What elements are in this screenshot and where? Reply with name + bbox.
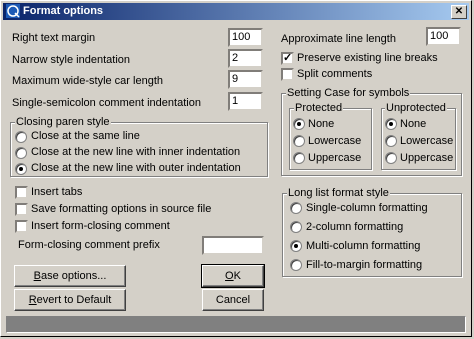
long-list-legend: Long list format style xyxy=(287,187,390,199)
radio-protected-lower[interactable] xyxy=(293,135,305,147)
semicolon-indent-label: Single-semicolon comment indentation xyxy=(12,97,201,109)
right-text-margin-label: Right text margin xyxy=(12,32,96,44)
status-bar xyxy=(6,316,466,333)
radio-protected-upper-label[interactable]: Uppercase xyxy=(308,152,361,164)
approx-line-length-label: Approximate line length xyxy=(281,33,396,45)
radio-two-column[interactable] xyxy=(290,221,302,233)
radio-unprotected-lower[interactable] xyxy=(385,135,397,147)
case-group-legend: Setting Case for symbols xyxy=(286,87,411,99)
radio-close-inner[interactable] xyxy=(15,147,27,159)
narrow-indent-input[interactable]: 2 xyxy=(228,49,263,68)
radio-close-outer-label[interactable]: Close at the new line with outer indenta… xyxy=(31,162,241,174)
insert-form-closing-checkbox[interactable] xyxy=(15,220,28,233)
form-closing-prefix-label: Form-closing comment prefix xyxy=(18,239,160,251)
narrow-indent-label: Narrow style indentation xyxy=(12,54,131,66)
radio-close-outer[interactable] xyxy=(15,163,27,175)
preserve-breaks-checkbox[interactable]: ✓ xyxy=(281,52,294,65)
radio-unprotected-none-label[interactable]: None xyxy=(400,118,426,130)
protected-legend: Protected xyxy=(294,102,344,114)
save-in-source-checkbox[interactable] xyxy=(15,203,28,216)
semicolon-indent-input[interactable]: 1 xyxy=(228,92,263,111)
radio-unprotected-none[interactable] xyxy=(385,118,397,130)
radio-protected-none[interactable] xyxy=(293,118,305,130)
max-wide-car-label: Maximum wide-style car length xyxy=(12,75,163,87)
closing-paren-legend: Closing paren style xyxy=(15,116,111,128)
radio-protected-upper[interactable] xyxy=(293,152,305,164)
base-options-button[interactable]: Base options... xyxy=(14,265,126,287)
ok-button[interactable]: OK xyxy=(201,264,265,288)
approx-line-length-input[interactable]: 100 xyxy=(426,27,461,46)
radio-fill-to-margin[interactable] xyxy=(290,259,302,271)
window-title: Format options xyxy=(23,5,104,17)
insert-form-closing-label[interactable]: Insert form-closing comment xyxy=(31,220,170,232)
form-closing-prefix-input[interactable] xyxy=(202,236,264,255)
radio-protected-none-label[interactable]: None xyxy=(308,118,334,130)
insert-tabs-label[interactable]: Insert tabs xyxy=(31,186,82,198)
revert-to-default-button[interactable]: Revert to Default xyxy=(14,289,126,311)
radio-close-same-line[interactable] xyxy=(15,131,27,143)
max-wide-car-input[interactable]: 9 xyxy=(228,70,263,89)
split-comments-label[interactable]: Split comments xyxy=(297,68,372,80)
radio-multi-column[interactable] xyxy=(290,240,302,252)
close-icon[interactable]: ✕ xyxy=(451,5,467,19)
radio-single-column[interactable] xyxy=(290,202,302,214)
radio-fill-to-margin-label[interactable]: Fill-to-margin formatting xyxy=(306,259,422,271)
radio-single-column-label[interactable]: Single-column formatting xyxy=(306,202,428,214)
split-comments-checkbox[interactable] xyxy=(281,68,294,81)
radio-unprotected-upper-label[interactable]: Uppercase xyxy=(400,152,453,164)
app-icon xyxy=(6,4,20,18)
format-options-window: Format options ✕ Right text margin 100 N… xyxy=(0,0,472,337)
radio-multi-column-label[interactable]: Multi-column formatting xyxy=(306,240,420,252)
radio-close-inner-label[interactable]: Close at the new line with inner indenta… xyxy=(31,146,240,158)
insert-tabs-checkbox[interactable] xyxy=(15,186,28,199)
title-bar: Format options ✕ xyxy=(3,3,469,20)
radio-two-column-label[interactable]: 2-column formatting xyxy=(306,221,403,233)
right-text-margin-input[interactable]: 100 xyxy=(228,28,263,47)
radio-protected-lower-label[interactable]: Lowercase xyxy=(308,135,361,147)
radio-close-same-line-label[interactable]: Close at the same line xyxy=(31,130,140,142)
save-in-source-label[interactable]: Save formatting options in source file xyxy=(31,203,211,215)
cancel-button[interactable]: Cancel xyxy=(202,289,264,311)
preserve-breaks-label[interactable]: Preserve existing line breaks xyxy=(297,52,438,64)
radio-unprotected-lower-label[interactable]: Lowercase xyxy=(400,135,453,147)
unprotected-legend: Unprotected xyxy=(385,102,447,114)
radio-unprotected-upper[interactable] xyxy=(385,152,397,164)
